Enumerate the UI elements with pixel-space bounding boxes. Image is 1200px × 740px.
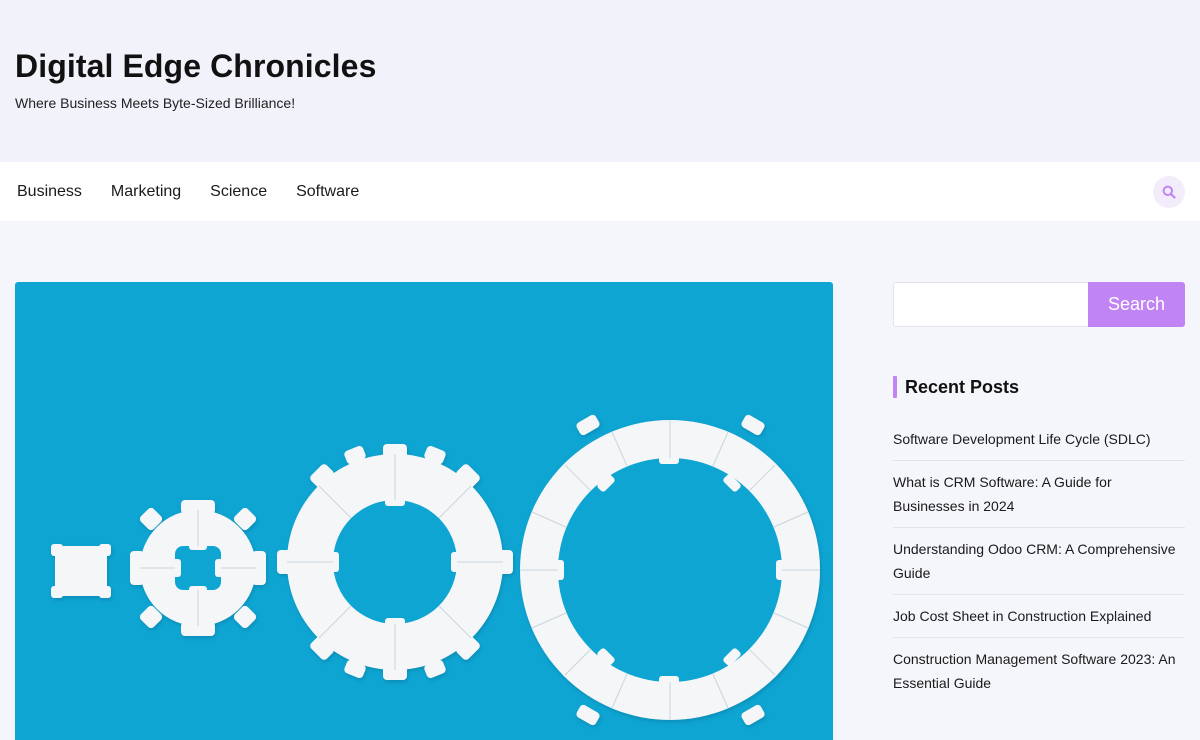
search-icon <box>1162 185 1176 199</box>
sidebar-search-button[interactable]: Search <box>1088 282 1185 327</box>
main-navigation: Business Marketing Science Software <box>0 162 1200 221</box>
header-search-button[interactable] <box>1153 176 1185 208</box>
recent-post-link[interactable]: Job Cost Sheet in Construction Explained <box>893 595 1185 638</box>
recent-posts-heading: Recent Posts <box>893 376 1019 398</box>
recent-posts-list: Software Development Life Cycle (SDLC) W… <box>893 418 1185 704</box>
sidebar-search-input[interactable] <box>893 282 1088 327</box>
recent-post-link[interactable]: Software Development Life Cycle (SDLC) <box>893 418 1185 461</box>
recent-posts-title: Recent Posts <box>905 376 1020 397</box>
recent-post-link[interactable]: What is CRM Software: A Guide for Busine… <box>893 461 1185 528</box>
recent-post-link[interactable]: Understanding Odoo CRM: A Comprehensive … <box>893 528 1185 595</box>
recent-post-link[interactable]: Construction Management Software 2023: A… <box>893 638 1185 704</box>
nav-item-software[interactable]: Software <box>296 183 359 201</box>
featured-image[interactable] <box>15 282 833 740</box>
puzzle-rings-illustration <box>51 414 820 726</box>
nav-item-business[interactable]: Business <box>17 183 82 201</box>
site-tagline: Where Business Meets Byte-Sized Brillian… <box>15 95 296 111</box>
nav-item-science[interactable]: Science <box>210 183 267 201</box>
heading-accent-bar <box>893 376 897 398</box>
site-header: Digital Edge Chronicles Where Business M… <box>0 0 1200 162</box>
site-title[interactable]: Digital Edge Chronicles <box>15 48 376 85</box>
nav-item-marketing[interactable]: Marketing <box>111 183 181 201</box>
nav-menu: Business Marketing Science Software <box>17 162 388 221</box>
